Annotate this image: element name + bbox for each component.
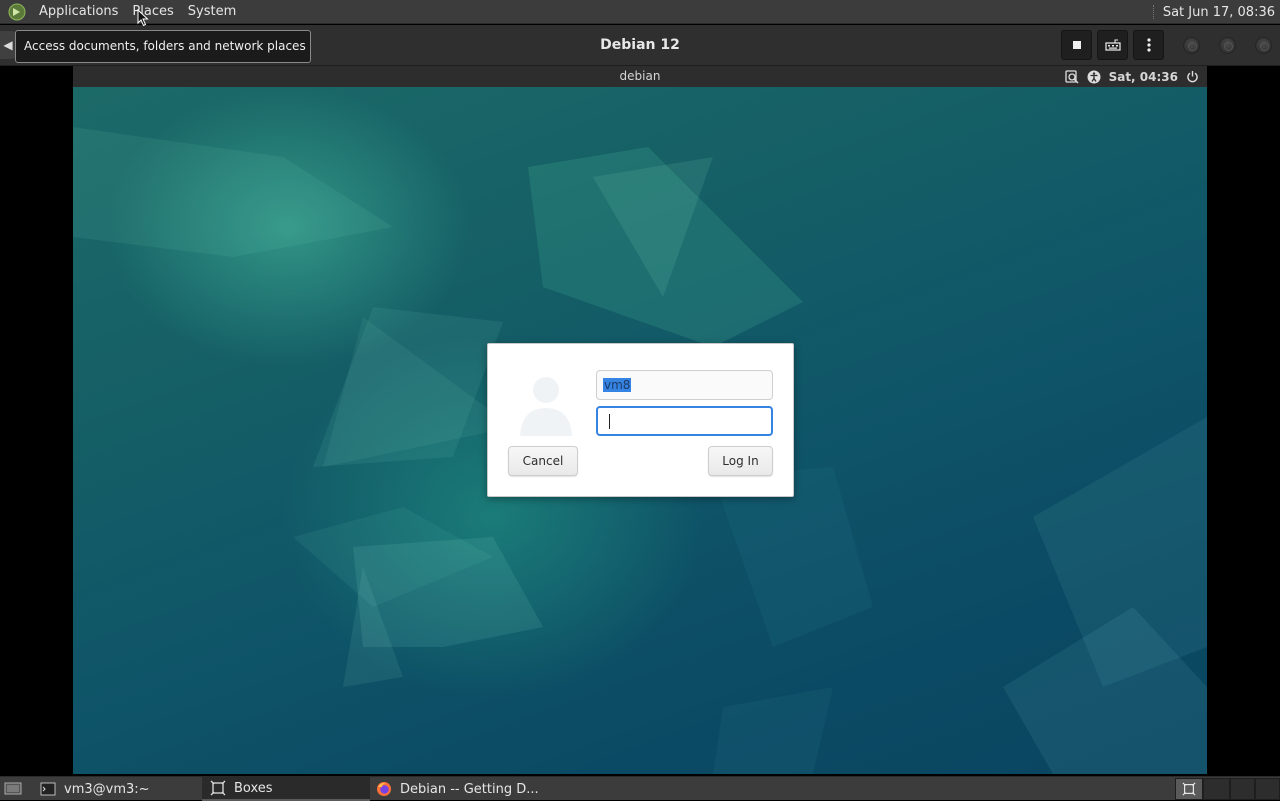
workspace-4[interactable] (1255, 778, 1280, 800)
taskbar-item-label: vm3@vm3:~ (64, 781, 150, 797)
gdm-top-bar: debian Sat, 04:36 (73, 66, 1207, 87)
applications-menu[interactable]: Applications (32, 0, 125, 24)
taskbar-item-firefox[interactable]: Debian -- Getting D... (368, 777, 558, 801)
workspace-1[interactable] (1175, 778, 1203, 800)
keyboard-icon (1104, 39, 1121, 51)
workspace-2[interactable] (1203, 778, 1230, 800)
show-desktop-icon (4, 782, 22, 795)
back-button[interactable]: ◀ (0, 31, 16, 59)
mouse-cursor-icon (137, 9, 149, 27)
panel-separator (1152, 5, 1155, 19)
boxes-icon (210, 780, 226, 796)
power-icon[interactable] (1186, 70, 1199, 83)
taskbar-item-label: Debian -- Getting D... (400, 781, 539, 797)
top-clock[interactable]: Sat Jun 17, 08:36 (1163, 5, 1280, 20)
more-vertical-icon (1146, 38, 1151, 52)
taskbar-item-label: Boxes (234, 780, 273, 796)
top-panel: Applications Places System Sat Jun 17, 0… (0, 0, 1280, 24)
system-menu[interactable]: System (181, 0, 243, 24)
minimize-button[interactable] (1183, 37, 1200, 54)
taskbar-item-boxes[interactable]: Boxes (202, 777, 370, 801)
text-caret (609, 413, 610, 429)
login-button[interactable]: Log In (708, 446, 773, 476)
login-dialog: vm8 Cancel Log In (487, 343, 794, 497)
stop-icon (1072, 41, 1081, 49)
username-value: vm8 (603, 378, 632, 392)
chevron-left-icon: ◀ (3, 38, 13, 52)
mate-logo-icon[interactable] (6, 1, 28, 23)
close-button[interactable] (1255, 37, 1272, 54)
stop-button[interactable] (1061, 30, 1092, 60)
send-keys-button[interactable] (1097, 30, 1128, 60)
maximize-button[interactable] (1219, 37, 1236, 54)
cancel-button[interactable]: Cancel (508, 446, 578, 476)
terminal-icon (40, 782, 56, 796)
places-menu[interactable]: Places (125, 0, 180, 24)
taskbar-item-terminal[interactable]: vm3@vm3:~ (32, 777, 200, 801)
user-avatar-icon (520, 377, 572, 436)
bottom-panel: vm3@vm3:~ Boxes Debian -- Getting D... (0, 776, 1280, 801)
places-tooltip: Access documents, folders and network pl… (15, 30, 311, 63)
password-field[interactable] (596, 406, 773, 436)
username-field[interactable]: vm8 (596, 370, 773, 400)
accessibility-icon[interactable] (1087, 70, 1101, 84)
gdm-clock[interactable]: Sat, 04:36 (1109, 70, 1178, 84)
workspace-3[interactable] (1230, 778, 1255, 800)
show-desktop-button[interactable] (2, 779, 24, 799)
gdm-hostname: debian (619, 69, 661, 83)
boxes-icon (1182, 782, 1196, 796)
search-icon[interactable] (1064, 69, 1079, 84)
firefox-icon (377, 782, 391, 796)
menu-button[interactable] (1133, 30, 1164, 60)
